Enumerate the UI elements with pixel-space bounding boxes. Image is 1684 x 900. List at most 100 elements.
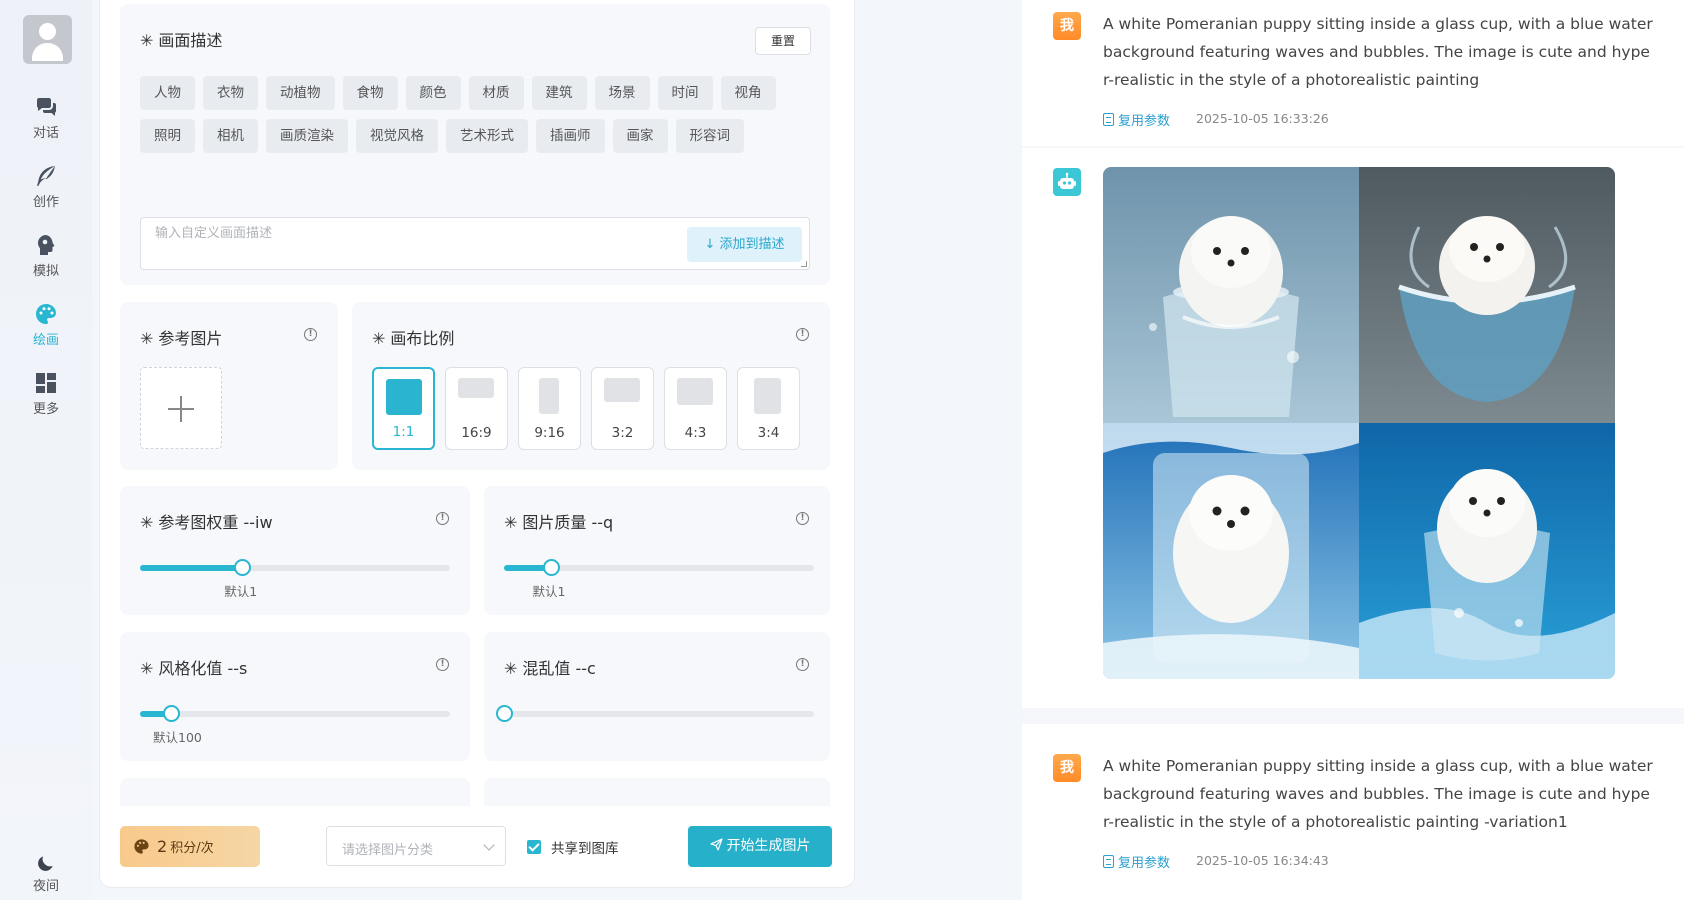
palette-icon <box>36 304 56 324</box>
user-avatar-badge: 我 <box>1053 12 1081 40</box>
slider-thumb[interactable] <box>496 705 513 722</box>
sidebar-item-simulate[interactable]: 模拟 <box>10 233 82 293</box>
resize-handle[interactable] <box>801 261 807 267</box>
tag-chip[interactable]: 视觉风格 <box>356 119 438 153</box>
share-label: 共享到图库 <box>551 841 619 857</box>
night-mode-label: 夜间 <box>32 879 59 894</box>
tag-chip[interactable]: 画家 <box>612 119 668 153</box>
generated-image-4[interactable] <box>1359 423 1615 679</box>
tag-chip[interactable]: 颜色 <box>405 76 461 110</box>
tag-chip[interactable]: 艺术形式 <box>446 119 528 153</box>
drawing-settings-panel: ✳ 画面描述 重置 人物 衣物 动植物 食物 颜色 材质 建筑 场景 时间 视角 照明 相机 画质渲染 视觉… <box>99 0 855 888</box>
tag-chip[interactable]: 照明 <box>140 119 195 153</box>
tag-chip[interactable]: 场景 <box>594 76 650 110</box>
generated-image-1[interactable] <box>1103 167 1359 423</box>
chat-history: 我 A white Pomeranian puppy sitting insid… <box>1022 0 1684 900</box>
robot-icon <box>1058 172 1076 189</box>
ratio-options: 1:1 16:9 9:16 3:2 4:3 3:4 <box>372 367 800 450</box>
chat-message-user: 我 A white Pomeranian puppy sitting insid… <box>1022 0 1684 146</box>
tag-chip[interactable]: 插画师 <box>536 119 605 153</box>
tag-chip[interactable]: 衣物 <box>203 76 258 110</box>
moon-icon <box>38 856 53 871</box>
info-icon[interactable]: ! <box>304 328 317 341</box>
sidebar-item-create[interactable]: 创作 <box>10 164 82 224</box>
sidebar-item-label: 更多 <box>32 402 59 417</box>
tag-chip[interactable]: 形容词 <box>675 119 744 153</box>
slider-thumb[interactable] <box>542 559 560 576</box>
quality-slider-card: ✳ 图片质量 --q ! 默认1 <box>484 486 830 615</box>
ratio-option-1-1[interactable]: 1:1 <box>372 367 435 450</box>
message-timestamp: 2025-10-05 16:34:43 <box>1196 853 1329 868</box>
chat-icon <box>36 98 56 116</box>
slider-thumb[interactable] <box>234 559 252 576</box>
ratio-option-4-3[interactable]: 4:3 <box>664 367 727 450</box>
grid-icon <box>36 373 56 393</box>
tag-chip[interactable]: 建筑 <box>531 76 587 110</box>
tag-chip[interactable]: 材质 <box>468 76 524 110</box>
sidebar-item-more[interactable]: 更多 <box>10 371 82 431</box>
tag-list: 人物 衣物 动植物 食物 颜色 材质 建筑 场景 时间 视角照明 相机 画质渲染 视觉风格 艺术形式 插画师… <box>140 76 800 153</box>
sidebar-item-chat[interactable]: 对话 <box>10 95 82 155</box>
chaos-slider[interactable] <box>496 705 814 722</box>
add-to-description-button[interactable]: ↓ 添加到描述 <box>687 227 802 262</box>
night-mode-toggle[interactable]: 夜间 <box>10 853 82 899</box>
user-avatar-badge: 我 <box>1053 754 1081 782</box>
generate-image-button[interactable]: 开始生成图片 <box>688 826 832 867</box>
info-icon[interactable]: ! <box>796 658 809 671</box>
stylize-slider-card: ✳ 风格化值 --s ! 默认100 <box>120 632 470 761</box>
generated-image-2[interactable] <box>1359 167 1615 423</box>
credits-cost-badge: 2 积分/次 <box>120 826 260 867</box>
tag-chip[interactable]: 食物 <box>342 76 398 110</box>
chevron-down-icon <box>483 839 495 851</box>
upload-image-button[interactable] <box>140 367 222 449</box>
tag-chip[interactable]: 画质渲染 <box>266 119 348 153</box>
tag-chip[interactable]: 动植物 <box>266 76 335 110</box>
info-icon[interactable]: ! <box>796 512 809 525</box>
ratio-option-16-9[interactable]: 16:9 <box>445 367 508 450</box>
message-text: A white Pomeranian puppy sitting inside … <box>1103 757 1653 831</box>
sidebar-item-label: 绘画 <box>32 333 59 348</box>
ratio-option-3-2[interactable]: 3:2 <box>591 367 654 450</box>
info-icon[interactable]: ! <box>436 512 449 525</box>
iw-title: ✳ 参考图权重 --iw <box>140 513 273 532</box>
share-to-gallery-checkbox[interactable]: 共享到图库 <box>527 837 619 857</box>
document-icon <box>1103 855 1114 868</box>
category-placeholder: 请选择图片分类 <box>342 843 434 858</box>
chaos-title: ✳ 混乱值 --c <box>504 659 596 678</box>
palette-icon <box>134 839 149 854</box>
info-icon[interactable]: ! <box>436 658 449 671</box>
sidebar: 对话 创作 模拟 绘画 更多 夜间 <box>0 0 92 900</box>
sidebar-item-label: 模拟 <box>32 264 59 279</box>
custom-description-input[interactable] <box>155 226 635 241</box>
generated-image-grid[interactable] <box>1103 167 1615 679</box>
iw-slider[interactable] <box>140 559 450 576</box>
sidebar-item-label: 对话 <box>32 126 59 141</box>
info-icon[interactable]: ! <box>796 328 809 341</box>
ratio-option-9-16[interactable]: 9:16 <box>518 367 581 450</box>
generated-image-3[interactable] <box>1103 423 1359 679</box>
document-icon <box>1103 113 1114 126</box>
stylize-hint: 默认100 <box>153 730 202 745</box>
hidden-setting-card <box>484 778 830 806</box>
iw-slider-card: ✳ 参考图权重 --iw ! 默认1 <box>120 486 470 615</box>
credits-value: 2 <box>157 837 168 856</box>
reuse-params-link[interactable]: 复用参数 <box>1103 110 1170 129</box>
tag-chip[interactable]: 视角 <box>720 76 776 110</box>
tag-chip[interactable]: 人物 <box>140 76 195 110</box>
reset-button[interactable]: 重置 <box>755 27 811 55</box>
tag-chip[interactable]: 相机 <box>203 119 258 153</box>
user-avatar[interactable] <box>23 15 72 64</box>
slider-thumb[interactable] <box>163 705 180 722</box>
ratio-option-3-4[interactable]: 3:4 <box>737 367 800 450</box>
checkbox-checked-icon[interactable] <box>527 840 541 854</box>
reuse-params-link[interactable]: 复用参数 <box>1103 852 1170 871</box>
message-text: A white Pomeranian puppy sitting inside … <box>1103 15 1653 89</box>
chaos-slider-card: ✳ 混乱值 --c ! <box>484 632 830 761</box>
tag-chip[interactable]: 时间 <box>657 76 713 110</box>
description-textarea-box: ↓ 添加到描述 <box>140 217 810 270</box>
stylize-title: ✳ 风格化值 --s <box>140 659 248 678</box>
sidebar-item-draw[interactable]: 绘画 <box>10 302 82 362</box>
quality-slider[interactable] <box>504 559 814 576</box>
stylize-slider[interactable] <box>140 705 450 722</box>
image-category-select[interactable]: 请选择图片分类 <box>326 826 506 866</box>
